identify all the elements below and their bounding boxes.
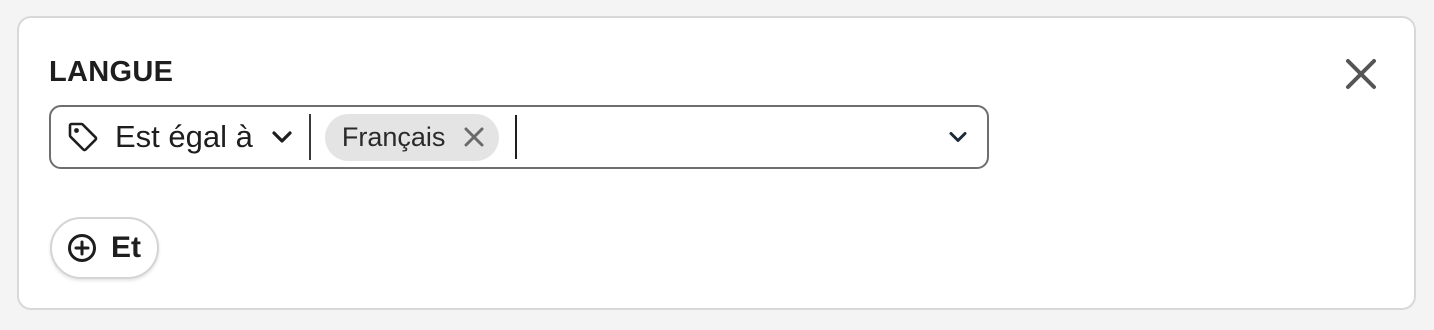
chip-remove-button[interactable] [463,126,485,148]
tag-icon [67,121,99,153]
add-and-condition-label: Et [111,231,141,264]
value-select: Français [311,107,987,167]
filter-card: LANGUE Est égal à Français Et [17,16,1416,310]
chip-label: Français [341,121,446,152]
close-icon [1345,58,1377,90]
filter-title: LANGUE [49,56,174,88]
chevron-down-icon [948,127,968,147]
chevron-down-icon [271,126,293,148]
filter-condition-row: Est égal à Français [49,105,989,169]
value-search-input[interactable] [515,115,943,159]
add-and-condition-button[interactable]: Et [50,217,159,279]
operator-select[interactable]: Est égal à [51,107,309,167]
operator-label: Est égal à [115,119,253,154]
close-icon [463,126,485,148]
value-chip: Français [324,113,500,161]
close-filter-button[interactable] [1341,54,1381,94]
values-dropdown-toggle[interactable] [943,127,973,147]
plus-circle-icon [67,233,97,263]
